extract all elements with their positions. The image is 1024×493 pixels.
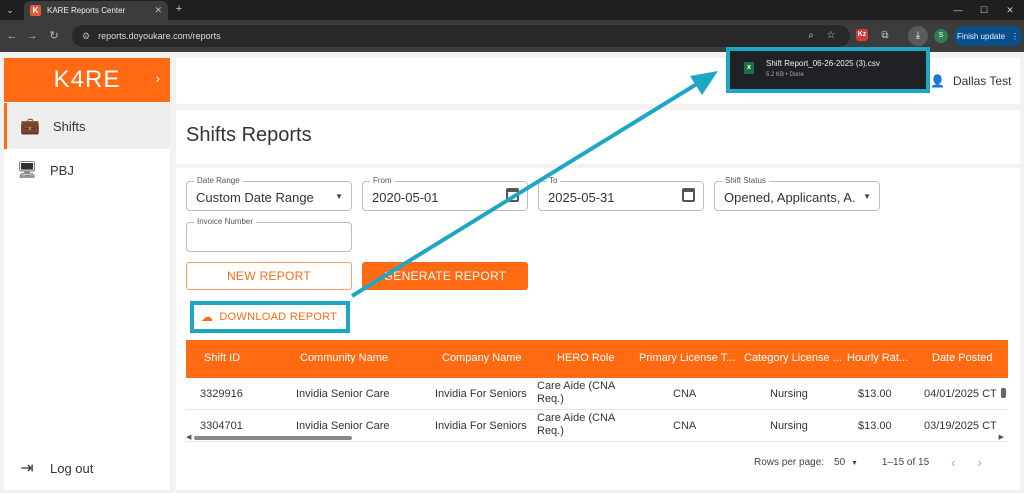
arrow-shaft <box>350 80 702 298</box>
annotation-arrow <box>350 71 718 298</box>
arrow-head <box>690 71 718 95</box>
